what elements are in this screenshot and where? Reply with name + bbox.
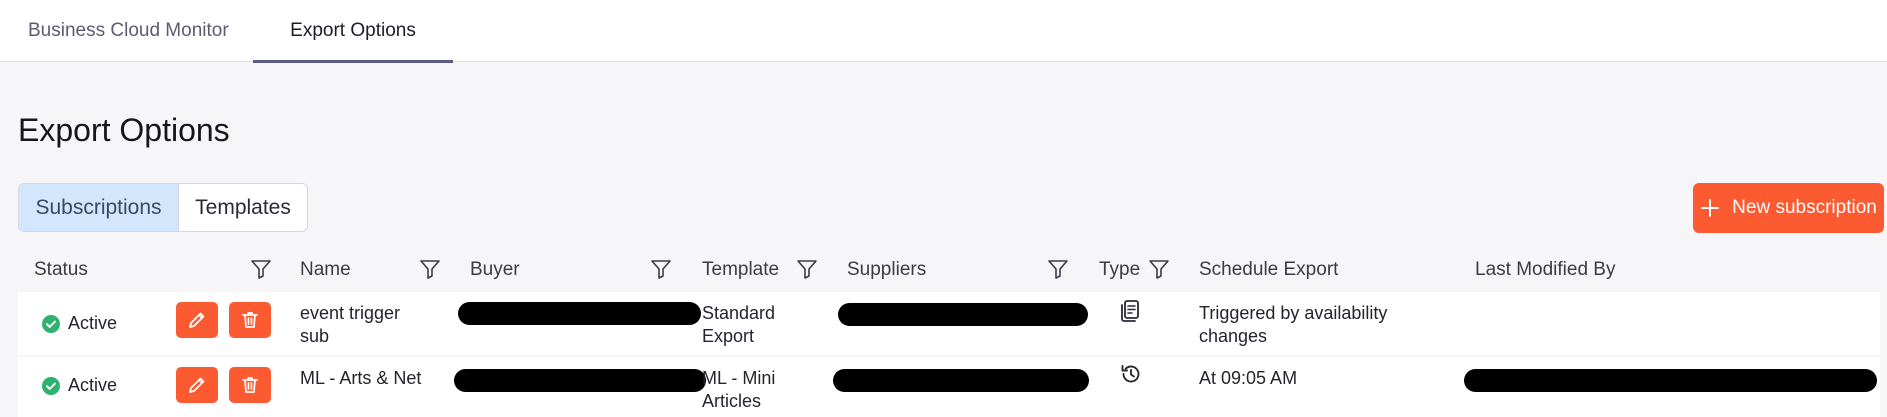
edit-button[interactable] bbox=[176, 367, 218, 403]
top-tab-bar: Business Cloud Monitor Export Options bbox=[0, 0, 1887, 63]
redacted-suppliers bbox=[833, 369, 1089, 392]
segment-subscriptions[interactable]: Subscriptions bbox=[19, 184, 179, 231]
template-name: ML - Mini Articles bbox=[702, 368, 776, 411]
filter-icon[interactable] bbox=[419, 258, 441, 280]
trash-icon bbox=[242, 312, 258, 328]
schedule-text: Triggered by availability changes bbox=[1199, 303, 1388, 346]
status-badge: Active bbox=[42, 312, 117, 335]
delete-button[interactable] bbox=[229, 302, 271, 338]
column-header-schedule-export: Schedule Export bbox=[1199, 259, 1339, 280]
new-subscription-button[interactable]: New subscription bbox=[1693, 183, 1884, 233]
redacted-suppliers bbox=[838, 303, 1088, 326]
column-header-buyer: Buyer bbox=[470, 259, 520, 280]
column-header-template: Template bbox=[702, 259, 780, 280]
schedule-text: At 09:05 AM bbox=[1199, 368, 1298, 388]
delete-button[interactable] bbox=[229, 367, 271, 403]
new-subscription-label: New subscription bbox=[1732, 197, 1877, 218]
filter-icon[interactable] bbox=[796, 258, 818, 280]
table-row: Active ML - Arts & Net ML - Mini Article… bbox=[18, 357, 1880, 417]
pencil-icon bbox=[189, 312, 205, 328]
table-row: Active event trigger sub Standard Export… bbox=[18, 292, 1880, 355]
tab-business-cloud-monitor[interactable]: Business Cloud Monitor bbox=[28, 0, 229, 62]
column-header-name: Name bbox=[300, 259, 351, 280]
filter-icon[interactable] bbox=[1148, 258, 1170, 280]
subscription-name: ML - Arts & Net bbox=[300, 368, 422, 388]
subscription-name: event trigger sub bbox=[300, 303, 401, 346]
check-circle-icon bbox=[42, 376, 60, 395]
tab-export-options[interactable]: Export Options bbox=[253, 0, 453, 63]
edit-button[interactable] bbox=[176, 302, 218, 338]
filter-icon[interactable] bbox=[650, 258, 672, 280]
check-circle-icon bbox=[42, 314, 60, 333]
column-header-type: Type bbox=[1099, 259, 1141, 280]
redacted-buyer bbox=[458, 302, 701, 325]
column-header-suppliers: Suppliers bbox=[847, 259, 927, 280]
redacted-last-modified-by bbox=[1464, 369, 1877, 392]
column-header-status: Status bbox=[34, 259, 88, 280]
template-name: Standard Export bbox=[702, 303, 776, 346]
document-trigger-icon bbox=[1121, 300, 1139, 322]
pencil-icon bbox=[189, 377, 205, 393]
page-title: Export Options bbox=[18, 112, 230, 148]
scheduled-clock-icon bbox=[1121, 365, 1140, 383]
filter-icon[interactable] bbox=[1047, 258, 1069, 280]
column-header-last-modified-by: Last Modified By bbox=[1475, 259, 1616, 280]
status-badge: Active bbox=[42, 374, 117, 397]
segment-templates[interactable]: Templates bbox=[179, 184, 307, 231]
filter-icon[interactable] bbox=[250, 258, 272, 280]
view-switcher: Subscriptions Templates bbox=[18, 183, 308, 232]
status-text: Active bbox=[68, 375, 118, 395]
status-text: Active bbox=[68, 313, 118, 333]
trash-icon bbox=[242, 377, 258, 393]
plus-icon bbox=[1701, 199, 1720, 217]
redacted-buyer bbox=[454, 369, 706, 392]
